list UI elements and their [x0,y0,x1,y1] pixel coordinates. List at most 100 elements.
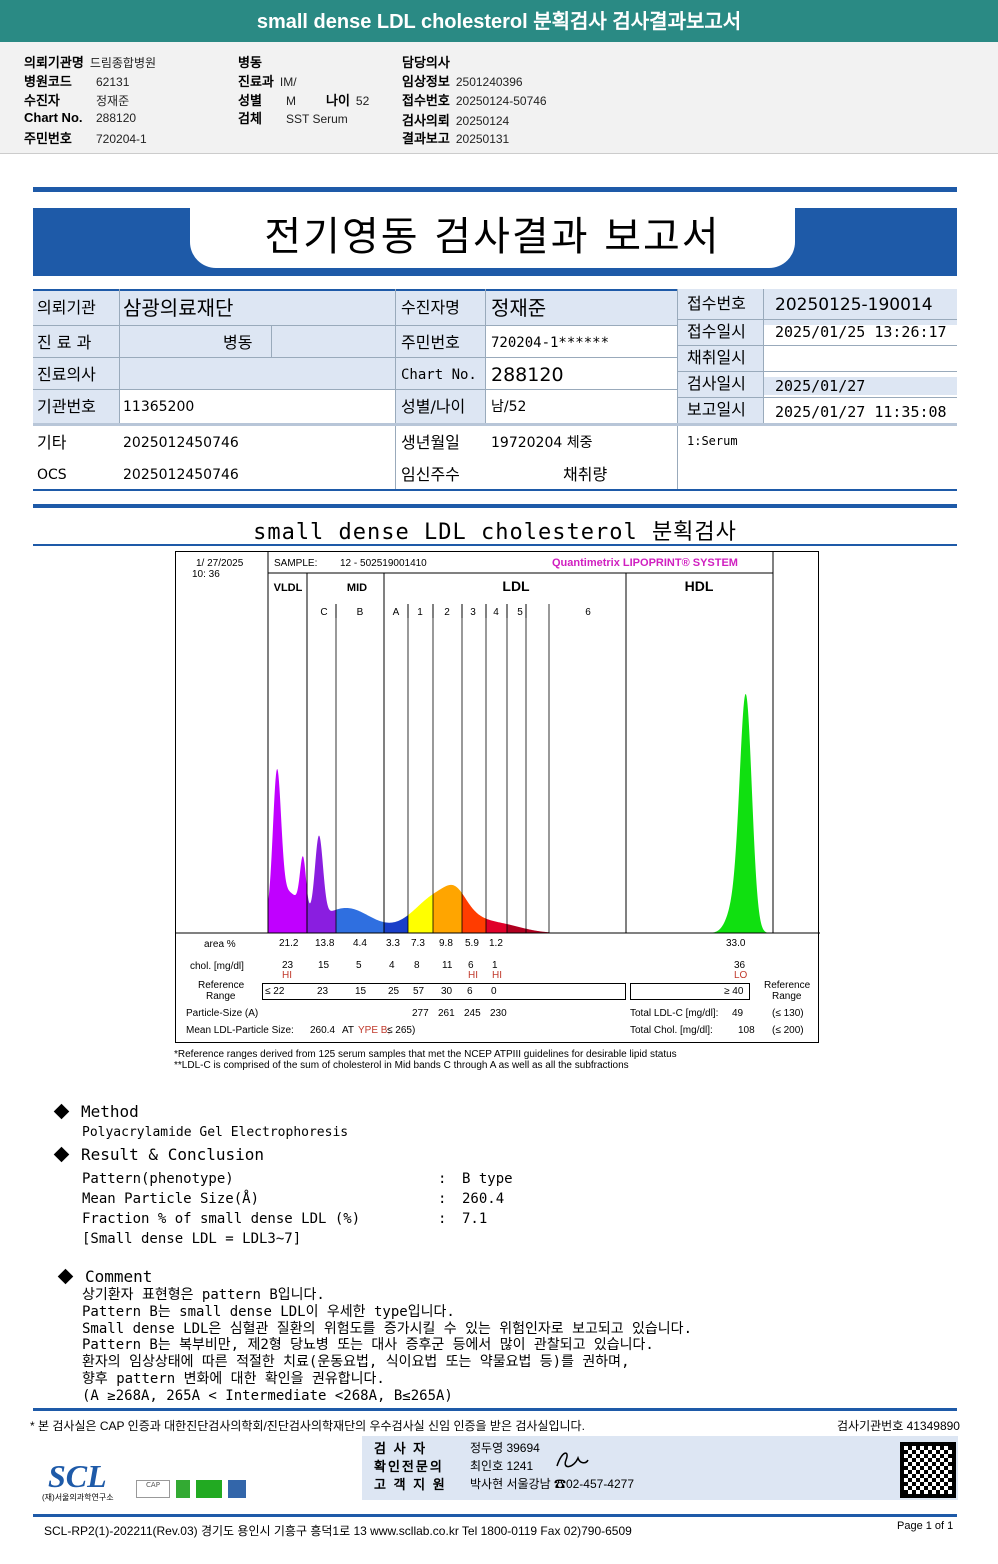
label: 채취일시 [687,348,746,367]
accreditation-logos: CAP [136,1480,256,1502]
receipt-no-value: 20250125-190014 [775,295,933,315]
value: 20250131 [455,132,510,146]
dept-field: 진료과 IM/ [238,71,297,90]
label: 성별 [238,93,262,108]
diamond-icon [53,1146,70,1163]
divider [33,504,957,508]
band-4 [486,918,507,933]
receipt-date-value: 2025/01/25 13:26:17 [775,323,947,341]
divider [33,1408,957,1411]
chol-value: 8 [414,960,420,971]
label: 주민번호 [401,333,460,352]
label: Chart No. [24,110,83,125]
label: 담당의사 [402,55,450,70]
particle-size-value: 261 [438,1008,455,1019]
mean-size-label: Mean LDL-Particle Size: [186,1025,294,1036]
group-label-vldl: VLDL [274,582,303,594]
value: IM/ [279,75,297,89]
group-label-mid: MID [347,582,367,594]
ldlc-ref: (≤ 130) [772,1008,804,1019]
footnote: *Reference ranges derived from 125 serum… [174,1049,677,1060]
sex-field: 성별 M 나이 52 [238,90,369,109]
support-value: 박사현 서울강남 ☎02-457-4277 [470,1477,635,1491]
report-title: 전기영동 검사결과 보고서 [190,208,795,268]
label: 주민번호 [24,131,72,146]
label: 검 사 자 [374,1441,428,1456]
comment-line: 환자의 임상상태에 따른 적절한 치료(운동요법, 식이요법 또는 약물요법 등… [82,1354,630,1371]
doctor-field: 담당의사 [402,52,450,71]
page-number: Page 1 of 1 [897,1520,954,1532]
label: 병동 [238,55,262,70]
hdl-area-value: 33.0 [726,938,746,949]
patient-field: 수진자 정재준 [24,90,129,109]
value: 52 [355,94,370,108]
specimen-field: 검체 SST Serum [238,108,348,127]
result-colon: : [438,1191,447,1207]
band-label: C [320,607,327,618]
footnote: **LDL-C is comprised of the sum of chole… [174,1060,629,1071]
chart-value: 288120 [491,364,564,386]
label: 검체 [238,111,262,126]
lipoprint-chart: 1/ 27/2025 10: 36 SAMPLE: 12 - 502519001… [175,551,820,1043]
result-label: Fraction % of small dense LDL (%) [82,1211,361,1227]
result-value: B type [462,1171,513,1187]
hdl-ref-value: ≥ 40 [724,986,744,997]
tester-value: 정두영 39694 [470,1441,540,1455]
band-label: A [393,607,400,618]
chart-field: Chart No. 288120 [24,110,136,125]
band-b [336,907,384,933]
band-vldl [268,769,307,933]
receipt-field: 접수번호 20250124-50746 [402,90,547,109]
kab-logo-icon [228,1480,246,1498]
band-hdl [706,693,774,933]
mean-size-value: 260.4 [310,1025,336,1036]
label: 성별/나이 [401,397,466,416]
ldlc-value: 49 [732,1008,744,1019]
test-date-value: 2025/01/27 [775,377,866,395]
comment-heading: Comment [56,1267,152,1286]
label: 병원코드 [24,74,72,89]
comment-line: Pattern B는 small dense LDL이 우세한 type입니다. [82,1303,455,1320]
area-value: 7.3 [411,938,425,949]
label: 진료과 [238,74,274,89]
ward-field: 병동 [238,52,262,71]
band-label: 6 [585,607,591,618]
tchol-label: Total Chol. [mg/dl]: [630,1025,713,1036]
chol-value: 11 [442,960,453,971]
area-value: 4.4 [353,938,367,949]
value: 정재준 [96,94,130,108]
flag-lo: LO [734,970,748,981]
label: 나이 [326,93,350,108]
area-value: 21.2 [279,938,299,949]
sex-age-value: 남/52 [491,399,527,415]
comment-line: (A ≥268A, 265A < Intermediate <268A, B≤2… [82,1387,453,1404]
label: 임신주수 [401,465,460,484]
mean-type: YPE B; [358,1025,391,1036]
ref-label: Range [206,991,236,1002]
comment-line: 향후 pattern 변화에 대한 확인을 권유합니다. [82,1371,385,1387]
scl-logo: SCL [48,1458,107,1494]
area-label: area % [204,939,236,950]
particle-size-value: 277 [412,1008,429,1019]
label: Chart No. [401,367,477,383]
area-value: 1.2 [489,938,503,949]
report-date-value: 2025/01/27 11:35:08 [775,403,947,421]
lab-number: 검사기관번호 41349890 [837,1419,960,1433]
chol-value: 15 [318,960,330,971]
ref-value: 0 [491,986,497,997]
value: 20250124-50746 [455,94,547,108]
report-field: 결과보고 20250131 [402,128,509,147]
group-label-ldl: LDL [502,578,530,594]
heading-text: Method [81,1102,139,1121]
address-line: SCL-RP2(1)-202211(Rev.03) 경기도 용인시 기흥구 흥덕… [44,1524,632,1538]
label: 임상정보 [402,74,450,89]
ref-label: Reference [764,980,811,991]
chol-label: chol. [mg/dl] [190,961,244,972]
label: 확인전문의 [374,1459,444,1474]
divider [33,1514,957,1517]
label: 기관번호 [37,397,96,416]
label: 보고일시 [687,400,746,419]
label: 수진자명 [401,298,460,317]
lh-logo-icon [176,1480,190,1498]
label: 접수번호 [402,93,450,108]
